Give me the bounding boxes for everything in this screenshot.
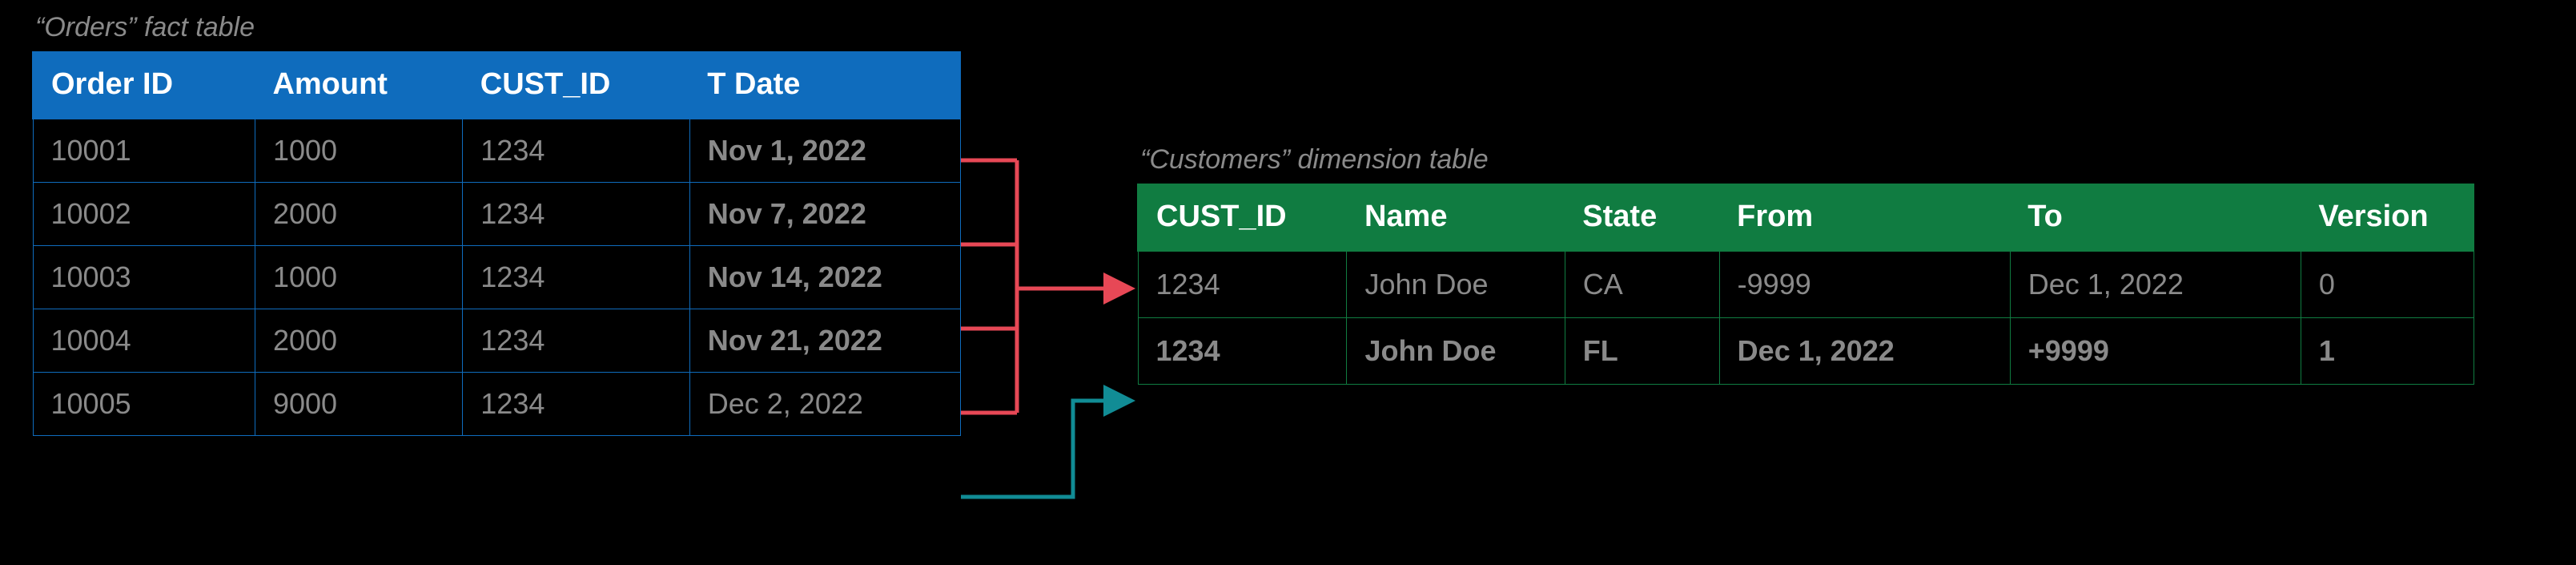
connector-fifth-order [961, 401, 1129, 497]
orders-cell-amount: 9000 [255, 373, 462, 436]
customers-header-version: Version [2301, 184, 2474, 251]
table-row: 1234John DoeFLDec 1, 2022+99991 [1138, 318, 2474, 385]
orders-cell-amount: 1000 [255, 119, 462, 183]
orders-table-wrap: “Orders” fact table Order ID Amount CUST… [32, 12, 961, 436]
table-row: 1234John DoeCA-9999Dec 1, 20220 [1138, 251, 2474, 318]
table-row: 1000220001234Nov 7, 2022 [33, 183, 960, 246]
orders-header-row: Order ID Amount CUST_ID T Date [33, 52, 960, 119]
orders-cell-order-id: 10001 [33, 119, 255, 183]
orders-cell-cust-id: 1234 [463, 309, 689, 373]
customers-cell-to: Dec 1, 2022 [2010, 251, 2301, 318]
customers-caption: “Customers” dimension table [1137, 144, 2474, 176]
table-row: 1000110001234Nov 1, 2022 [33, 119, 960, 183]
orders-cell-cust-id: 1234 [463, 373, 689, 436]
orders-cell-order-id: 10004 [33, 309, 255, 373]
orders-cell-order-id: 10005 [33, 373, 255, 436]
orders-cell-amount: 2000 [255, 309, 462, 373]
customers-cell-name: John Doe [1347, 251, 1565, 318]
customers-header-name: Name [1347, 184, 1565, 251]
orders-cell-amount: 2000 [255, 183, 462, 246]
customers-cell-cust-id: 1234 [1138, 251, 1347, 318]
customers-cell-cust-id: 1234 [1138, 318, 1347, 385]
customers-header-state: State [1565, 184, 1719, 251]
customers-header-cust-id: CUST_ID [1138, 184, 1347, 251]
orders-header-amount: Amount [255, 52, 462, 119]
orders-header-tdate: T Date [689, 52, 960, 119]
customers-cell-from: Dec 1, 2022 [1719, 318, 2010, 385]
table-row: 1000310001234Nov 14, 2022 [33, 246, 960, 309]
orders-cell-order-id: 10002 [33, 183, 255, 246]
orders-header-order-id: Order ID [33, 52, 255, 119]
customers-cell-version: 1 [2301, 318, 2474, 385]
customers-cell-name: John Doe [1347, 318, 1565, 385]
orders-cell-tdate: Nov 21, 2022 [689, 309, 960, 373]
customers-cell-version: 0 [2301, 251, 2474, 318]
orders-table: Order ID Amount CUST_ID T Date 100011000… [32, 51, 961, 436]
customers-cell-from: -9999 [1719, 251, 2010, 318]
orders-header-cust-id: CUST_ID [463, 52, 689, 119]
orders-cell-amount: 1000 [255, 246, 462, 309]
table-row: 1000590001234Dec 2, 2022 [33, 373, 960, 436]
orders-cell-tdate: Nov 7, 2022 [689, 183, 960, 246]
customers-header-row: CUST_ID Name State From To Version [1138, 184, 2474, 251]
customers-table: CUST_ID Name State From To Version 1234J… [1137, 184, 2474, 385]
customers-cell-state: FL [1565, 318, 1719, 385]
customers-body: 1234John DoeCA-9999Dec 1, 202201234John … [1138, 251, 2474, 385]
customers-cell-to: +9999 [2010, 318, 2301, 385]
orders-cell-order-id: 10003 [33, 246, 255, 309]
customers-header-to: To [2010, 184, 2301, 251]
orders-cell-tdate: Nov 14, 2022 [689, 246, 960, 309]
orders-cell-tdate: Nov 1, 2022 [689, 119, 960, 183]
orders-cell-tdate: Dec 2, 2022 [689, 373, 960, 436]
orders-cell-cust-id: 1234 [463, 183, 689, 246]
customers-header-from: From [1719, 184, 2010, 251]
table-row: 1000420001234Nov 21, 2022 [33, 309, 960, 373]
orders-caption: “Orders” fact table [32, 12, 961, 43]
orders-cell-cust-id: 1234 [463, 246, 689, 309]
customers-table-wrap: “Customers” dimension table CUST_ID Name… [1137, 144, 2474, 385]
orders-body: 1000110001234Nov 1, 20221000220001234Nov… [33, 119, 960, 436]
orders-cell-cust-id: 1234 [463, 119, 689, 183]
connector-first-four-orders [961, 160, 1129, 413]
customers-cell-state: CA [1565, 251, 1719, 318]
